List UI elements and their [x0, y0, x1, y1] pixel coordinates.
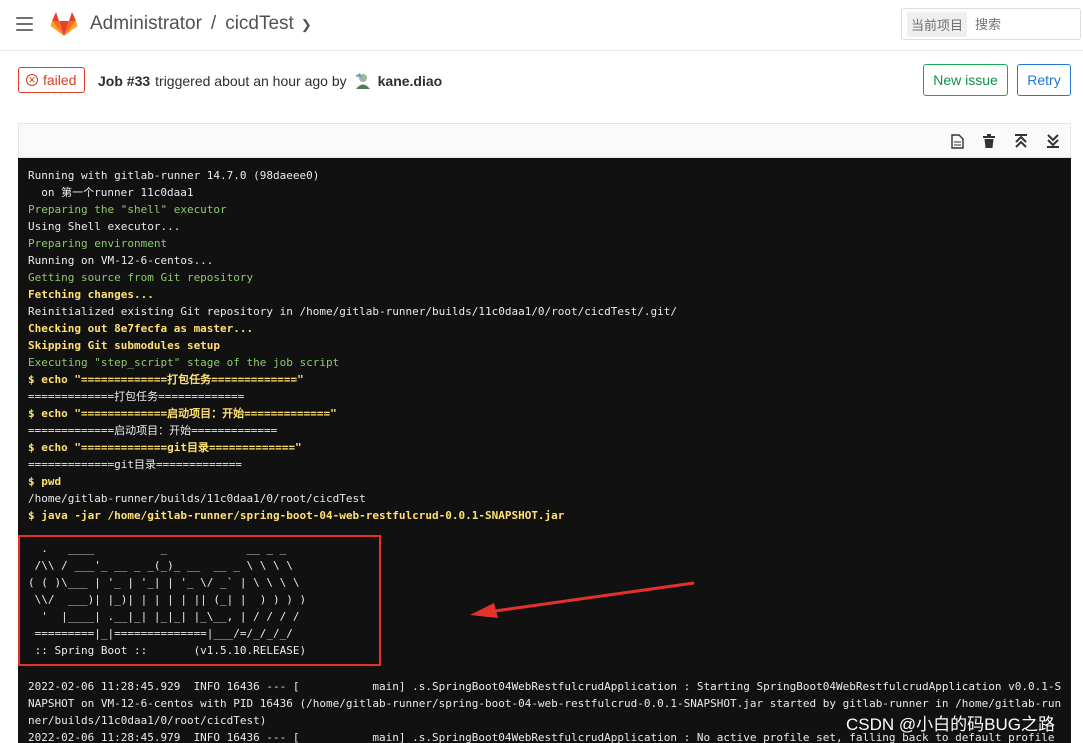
watermark: CSDN @小白的码BUG之路	[846, 715, 1055, 734]
banner-line: \\/ ___)| |_)| | | | | || (_| | ) ) ) )	[28, 593, 307, 606]
retry-button[interactable]: Retry	[1017, 64, 1071, 96]
gitlab-logo-icon[interactable]	[50, 10, 78, 38]
log-line: /home/gitlab-runner/builds/11c0daa1/0/ro…	[28, 492, 366, 505]
log-line: $ java -jar /home/gitlab-runner/spring-b…	[28, 509, 565, 522]
user-link[interactable]: kane.diao	[378, 73, 443, 89]
log-line: Getting source from Git repository	[28, 271, 254, 284]
log-line: Using Shell executor...	[28, 220, 181, 233]
log-line: Skipping Git submodules setup	[28, 339, 221, 352]
banner-line: =========|_|==============|___/=/_/_/_/	[28, 627, 293, 640]
failed-icon: ✕	[26, 74, 38, 86]
log-line: Running on VM-12-6-centos...	[28, 254, 214, 267]
triggered-text: triggered about an hour ago by	[155, 73, 347, 89]
job-meta: Job #33 triggered about an hour ago by k…	[98, 72, 442, 90]
log-line: on 第一个runner 11c0daa1	[28, 186, 194, 199]
status-badge[interactable]: ✕ failed	[18, 67, 86, 93]
log-line: $ echo "=============启动项目：开始============…	[28, 407, 337, 420]
log-line: $ pwd	[28, 475, 62, 488]
job-log: Running with gitlab-runner 14.7.0 (98dae…	[18, 158, 1071, 743]
log-line: Checking out 8e7fecfa as master...	[28, 322, 254, 335]
chevron-down-icon[interactable]: ❯	[301, 17, 312, 33]
breadcrumb-project[interactable]: cicdTest	[225, 13, 294, 35]
tail-line: ner/builds/11c0daa1/0/root/cicdTest)	[28, 714, 267, 727]
banner-line: :: Spring Boot :: (v1.5.10.RELEASE)	[28, 644, 307, 657]
log-toolbar	[18, 123, 1071, 158]
banner-line: . ____ _ __ _ _	[28, 542, 287, 555]
log-line: Running with gitlab-runner 14.7.0 (98dae…	[28, 169, 320, 182]
tail-line: NAPSHOT on VM-12-6-centos with PID 16436…	[28, 697, 1062, 710]
log-line: Fetching changes...	[28, 288, 154, 301]
banner-line: ' |____| .__|_| |_|_| |_\__, | / / / /	[28, 610, 300, 623]
breadcrumb-separator: /	[210, 13, 217, 34]
job-title: Job #33	[98, 73, 151, 89]
banner-line: /\\ / ___'_ __ _ _(_)_ __ __ _ \ \ \ \	[28, 559, 293, 572]
avatar[interactable]	[353, 72, 372, 90]
raw-log-icon[interactable]	[948, 132, 966, 150]
breadcrumb: Administrator / cicdTest ❯	[90, 13, 312, 35]
scroll-top-icon[interactable]	[1012, 132, 1030, 150]
log-line: $ echo "=============git目录============="	[28, 441, 302, 454]
annotation-arrow-icon	[470, 581, 695, 618]
search-input[interactable]	[973, 15, 1068, 33]
menu-icon[interactable]	[16, 17, 33, 31]
log-line: $ echo "=============打包任务============="	[28, 373, 304, 386]
breadcrumb-owner[interactable]: Administrator	[90, 13, 202, 35]
banner-line: ( ( )\___ | '_ | '_| | '_ \/ _` | \ \ \ …	[28, 576, 300, 589]
top-navbar: Administrator / cicdTest ❯ 当前项目	[0, 0, 1083, 51]
erase-icon[interactable]	[980, 132, 998, 150]
log-line: Preparing environment	[28, 237, 168, 250]
scroll-bottom-icon[interactable]	[1044, 132, 1062, 150]
search-box[interactable]: 当前项目	[901, 8, 1081, 40]
log-line: =============启动项目：开始=============	[28, 424, 278, 437]
log-line: =============打包任务=============	[28, 390, 245, 403]
status-label: failed	[43, 72, 77, 88]
log-line: =============git目录=============	[28, 458, 243, 471]
search-scope-badge: 当前项目	[907, 11, 968, 37]
new-issue-button[interactable]: New issue	[923, 64, 1008, 96]
log-line: Executing "step_script" stage of the job…	[28, 356, 340, 369]
log-line: Reinitialized existing Git repository in…	[28, 305, 678, 318]
tail-line: 2022-02-06 11:28:45.929 INFO 16436 --- […	[28, 680, 1062, 693]
log-line: Preparing the "shell" executor	[28, 203, 227, 216]
